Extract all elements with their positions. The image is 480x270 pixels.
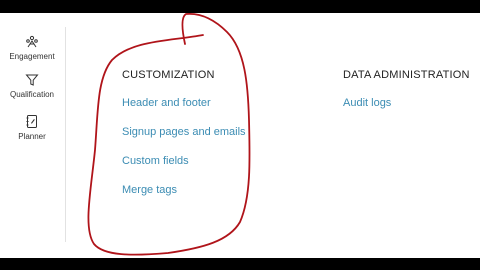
sidebar-item-planner[interactable]: Planner (0, 114, 64, 141)
app-frame: Engagement Qualification Planner CUSTOMI… (0, 13, 480, 258)
sidebar-item-label: Planner (18, 132, 46, 141)
link-header-and-footer[interactable]: Header and footer (122, 97, 211, 109)
link-custom-fields[interactable]: Custom fields (122, 155, 189, 167)
engagement-icon (26, 35, 38, 48)
customization-heading: CUSTOMIZATION (122, 69, 215, 81)
sidebar-item-label: Engagement (9, 52, 55, 61)
sidebar-item-qualification[interactable]: Qualification (0, 73, 64, 99)
link-merge-tags[interactable]: Merge tags (122, 184, 177, 196)
sidebar-item-engagement[interactable]: Engagement (0, 35, 64, 61)
funnel-icon (25, 74, 39, 86)
link-audit-logs[interactable]: Audit logs (343, 97, 391, 109)
notebook-icon (26, 115, 37, 128)
sidebar-divider (65, 27, 66, 242)
sidebar-item-label: Qualification (9, 90, 55, 99)
data-administration-heading: DATA ADMINISTRATION (343, 69, 470, 81)
link-signup-pages-and-emails[interactable]: Signup pages and emails (122, 126, 246, 138)
sidebar: Engagement Qualification Planner (0, 13, 66, 258)
